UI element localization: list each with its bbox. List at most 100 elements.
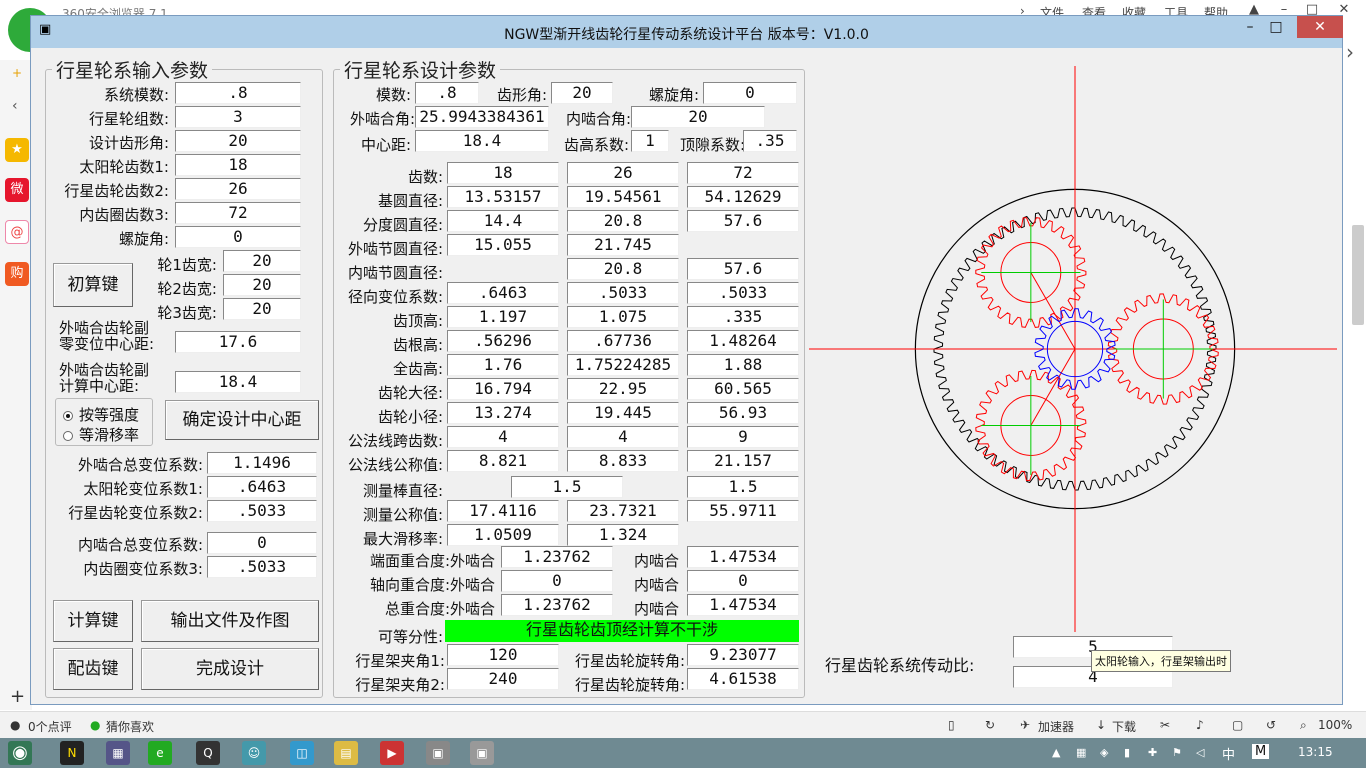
refresh-icon[interactable]: ↻ [985, 718, 995, 732]
planet-rot-2-field[interactable]: 4.61538 [687, 668, 799, 690]
shift-coef-field[interactable]: .5033 [207, 500, 317, 522]
input-param-field[interactable]: 20 [175, 130, 301, 152]
rod-diameter-ext-field[interactable]: 1.5 [511, 476, 623, 498]
pressure-angle-field[interactable]: 20 [551, 82, 613, 104]
design-row-field[interactable]: 1.75224285 [567, 354, 679, 376]
tray-nvidia-icon[interactable]: ◈ [1100, 746, 1108, 759]
measure-value-2-field[interactable]: 23.7321 [567, 500, 679, 522]
carrier-angle-2-field[interactable]: 240 [447, 668, 559, 690]
shift-coef-field[interactable]: .6463 [207, 476, 317, 498]
finish-design-button[interactable]: 完成设计 [141, 648, 319, 690]
shopping-icon[interactable]: 购 [5, 262, 29, 286]
face-width-field[interactable]: 20 [223, 298, 301, 320]
design-row-field[interactable]: 9 [687, 426, 799, 448]
initial-calc-button[interactable]: 初算键 [53, 263, 133, 307]
sound-icon[interactable]: ♪ [1196, 718, 1204, 732]
rod-diameter-int-field[interactable]: 1.5 [687, 476, 799, 498]
tray-flag-icon[interactable]: ⚑ [1172, 746, 1182, 759]
compute-button[interactable]: 计算键 [53, 600, 133, 642]
zoom-level[interactable]: 100% [1318, 718, 1352, 732]
accelerator[interactable]: 加速器 [1038, 718, 1074, 735]
contact-ext-field[interactable]: 1.23762 [501, 546, 613, 568]
tray-app-icon[interactable]: ▦ [1076, 746, 1086, 759]
design-row-field[interactable]: 8.821 [447, 450, 559, 472]
design-row-field[interactable]: 60.565 [687, 378, 799, 400]
browser-scrollbar[interactable] [1352, 225, 1364, 325]
design-row-field[interactable]: 1.88 [687, 354, 799, 376]
guess-you-like[interactable]: 猜你喜欢 [106, 718, 154, 735]
measure-value-3-field[interactable]: 55.9711 [687, 500, 799, 522]
input-param-field[interactable]: .8 [175, 82, 301, 104]
app-tool-icon[interactable]: ☺ [242, 741, 266, 765]
contact-int-field[interactable]: 0 [687, 570, 799, 592]
design-row-field[interactable]: 18 [447, 162, 559, 184]
carrier-angle-1-field[interactable]: 120 [447, 644, 559, 666]
input-param-field[interactable]: 72 [175, 202, 301, 224]
scissors-icon[interactable]: ✂ [1160, 718, 1170, 732]
app-folder-icon[interactable]: ▤ [334, 741, 358, 765]
design-row-field[interactable]: 20.8 [567, 210, 679, 232]
int-shift-coef-field[interactable]: 0 [207, 532, 317, 554]
design-row-field[interactable]: 8.833 [567, 450, 679, 472]
input-param-field[interactable]: 3 [175, 106, 301, 128]
module-field[interactable]: .8 [415, 82, 479, 104]
measure-value-1-field[interactable]: 17.4116 [447, 500, 559, 522]
design-row-field[interactable]: 19.54561 [567, 186, 679, 208]
helix-angle-field[interactable]: 0 [703, 82, 797, 104]
design-row-field[interactable]: 1.48264 [687, 330, 799, 352]
tray-signal-icon[interactable]: ▮ [1124, 746, 1130, 759]
design-row-field[interactable]: 20.8 [567, 258, 679, 280]
design-row-field[interactable]: 14.4 [447, 210, 559, 232]
contact-int-field[interactable]: 1.47534 [687, 594, 799, 616]
design-row-field[interactable]: 56.93 [687, 402, 799, 424]
contact-ext-field[interactable]: 0 [501, 570, 613, 592]
app-window2-icon[interactable]: ▣ [470, 741, 494, 765]
design-row-field[interactable]: .335 [687, 306, 799, 328]
app-media-icon[interactable]: ▶ [380, 741, 404, 765]
app-window-icon[interactable]: ▣ [426, 741, 450, 765]
reset-icon[interactable]: ↺ [1266, 718, 1276, 732]
contact-int-field[interactable]: 1.47534 [687, 546, 799, 568]
app-minimize-button[interactable]: – [1237, 16, 1263, 38]
int-mesh-angle-field[interactable]: 20 [631, 106, 765, 128]
design-row-field[interactable]: 13.274 [447, 402, 559, 424]
clearance-coef-field[interactable]: .35 [743, 130, 797, 152]
design-row-field[interactable]: 22.95 [567, 378, 679, 400]
app-chat-icon[interactable]: ◫ [290, 741, 314, 765]
addendum-coef-field[interactable]: 1 [631, 130, 669, 152]
browser-arrow-icon[interactable]: › [1346, 40, 1354, 64]
design-row-field[interactable]: 1.075 [567, 306, 679, 328]
input-param-field[interactable]: 0 [175, 226, 301, 248]
sidebar-add-icon[interactable]: + [12, 66, 22, 80]
max-slip-1-field[interactable]: 1.0509 [447, 524, 559, 546]
tray-volume-icon[interactable]: ◁ [1196, 746, 1204, 759]
planet-rot-1-field[interactable]: 9.23077 [687, 644, 799, 666]
input-param-field[interactable]: 26 [175, 178, 301, 200]
equal-slip-radio[interactable]: 等滑移率 [63, 424, 139, 445]
match-teeth-button[interactable]: 配齿键 [53, 648, 133, 690]
design-row-field[interactable]: .5033 [687, 282, 799, 304]
design-row-field[interactable]: 57.6 [687, 258, 799, 280]
phone-icon[interactable]: ▯ [948, 718, 955, 732]
comments-count[interactable]: 0个点评 [28, 718, 72, 735]
app-qq-icon[interactable]: Q [196, 741, 220, 765]
face-width-field[interactable]: 20 [223, 250, 301, 272]
email-icon[interactable]: @ [5, 220, 29, 244]
calc-center-field[interactable]: 18.4 [175, 371, 301, 393]
equal-strength-radio[interactable]: 按等强度 [63, 404, 139, 425]
design-row-field[interactable]: 57.6 [687, 210, 799, 232]
face-width-field[interactable]: 20 [223, 274, 301, 296]
design-row-field[interactable]: 19.445 [567, 402, 679, 424]
design-row-field[interactable]: 1.76 [447, 354, 559, 376]
output-draw-button[interactable]: 输出文件及作图 [141, 600, 319, 642]
design-row-field[interactable]: .5033 [567, 282, 679, 304]
design-row-field[interactable]: 72 [687, 162, 799, 184]
window-icon[interactable]: ▢ [1232, 718, 1243, 732]
app-norton-icon[interactable]: N [60, 741, 84, 765]
download[interactable]: 下载 [1112, 718, 1136, 735]
zero-center-field[interactable]: 17.6 [175, 331, 301, 353]
sidebar-back-icon[interactable]: ‹ [12, 98, 18, 114]
design-row-field[interactable]: 4 [447, 426, 559, 448]
tray-ime2[interactable]: M [1252, 744, 1270, 759]
app-maximize-button[interactable]: □ [1263, 16, 1289, 38]
